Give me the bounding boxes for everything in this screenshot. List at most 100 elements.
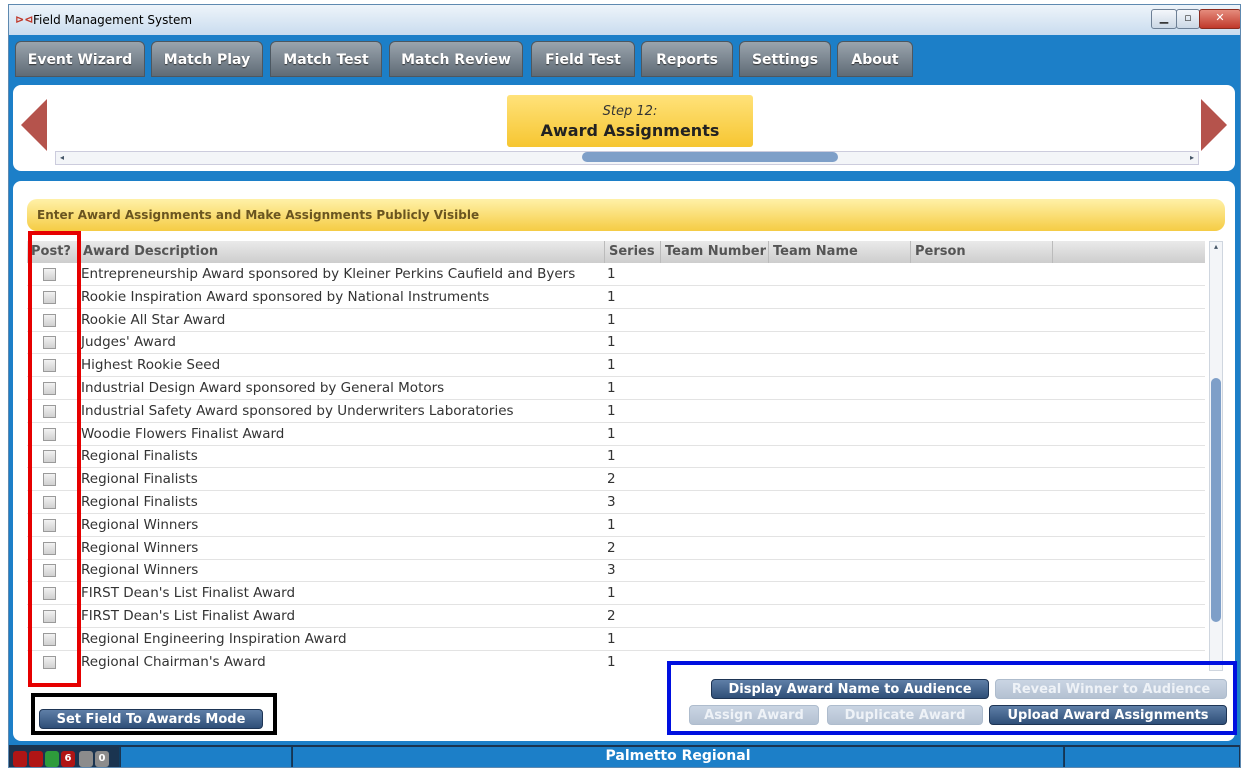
award-description: Regional Finalists bbox=[81, 471, 198, 488]
award-description: Rookie All Star Award bbox=[81, 311, 226, 328]
col-person[interactable]: Person bbox=[911, 241, 1053, 263]
wizard-step-prev2[interactable] bbox=[63, 105, 243, 139]
award-series: 3 bbox=[607, 562, 616, 579]
table-row[interactable]: Regional Finalists 3 bbox=[27, 491, 1205, 514]
table-row[interactable]: FIRST Dean's List Finalist Award 2 bbox=[27, 605, 1205, 628]
award-series: 3 bbox=[607, 494, 616, 510]
tab-reports[interactable]: Reports bbox=[641, 41, 733, 77]
award-series: 2 bbox=[607, 471, 616, 488]
stepper-scroll-thumb[interactable] bbox=[582, 152, 838, 162]
maximize-button[interactable]: ▫ bbox=[1176, 9, 1200, 29]
table-row[interactable]: Industrial Design Award sponsored by Gen… bbox=[27, 377, 1205, 400]
table-row[interactable]: Regional Winners 1 bbox=[27, 514, 1205, 537]
tab-event-wizard[interactable]: Event Wizard bbox=[15, 41, 145, 77]
table-header: Post? Award Description Series Team Numb… bbox=[27, 241, 1205, 263]
award-description: Regional Winners bbox=[81, 562, 199, 579]
award-series: 2 bbox=[607, 539, 616, 556]
col-team-name[interactable]: Team Name bbox=[769, 241, 911, 263]
awards-panel: Enter Award Assignments and Make Assignm… bbox=[13, 181, 1237, 741]
col-series[interactable]: Series bbox=[605, 241, 661, 263]
minimize-button[interactable]: ▁ bbox=[1151, 9, 1177, 29]
tab-field-test[interactable]: Field Test bbox=[531, 41, 635, 77]
table-row[interactable]: Regional Finalists 1 bbox=[27, 445, 1205, 469]
table-row[interactable]: Woodie Flowers Finalist Award 1 bbox=[27, 423, 1205, 446]
scroll-left-icon[interactable]: ◂ bbox=[56, 152, 68, 164]
table-row[interactable]: FIRST Dean's List Finalist Award 1 bbox=[27, 582, 1205, 606]
table-row[interactable]: Rookie Inspiration Award sponsored by Na… bbox=[27, 286, 1205, 309]
award-description: Entrepreneurship Award sponsored by Klei… bbox=[81, 266, 576, 282]
table-row[interactable]: Regional Winners 2 bbox=[27, 537, 1205, 560]
app-window: ⊳⊲ Field Management System ▁ ▫ ✕ Event W… bbox=[8, 4, 1241, 768]
award-description: Regional Winners bbox=[81, 539, 199, 556]
award-series: 1 bbox=[607, 653, 616, 670]
step-number: Step 12: bbox=[602, 104, 658, 119]
award-series: 1 bbox=[607, 357, 616, 374]
wizard-step-current[interactable]: Step 12: Award Assignments bbox=[507, 95, 753, 147]
award-description: Judges' Award bbox=[81, 334, 176, 351]
title-bar: ⊳⊲ Field Management System ▁ ▫ ✕ bbox=[9, 5, 1240, 35]
prev-step-arrow-icon[interactable] bbox=[21, 99, 47, 151]
award-actions-highlight bbox=[667, 661, 1237, 735]
award-description: Woodie Flowers Finalist Award bbox=[81, 425, 285, 442]
post-column-highlight bbox=[28, 231, 81, 687]
indicator-green bbox=[45, 751, 59, 767]
tab-about[interactable]: About bbox=[837, 41, 913, 77]
award-series: 1 bbox=[607, 311, 616, 328]
award-description: Industrial Safety Award sponsored by Und… bbox=[81, 402, 514, 419]
award-description: FIRST Dean's List Finalist Award bbox=[81, 608, 296, 624]
award-series: 1 bbox=[607, 334, 616, 351]
award-series: 2 bbox=[607, 608, 616, 624]
wizard-step-next1[interactable] bbox=[793, 105, 973, 139]
tab-match-test[interactable]: Match Test bbox=[270, 41, 382, 77]
stepper-scrollbar[interactable]: ◂ ▸ bbox=[55, 151, 1199, 165]
set-field-highlight bbox=[31, 693, 277, 735]
close-button[interactable]: ✕ bbox=[1199, 9, 1240, 29]
table-row[interactable]: Regional Finalists 2 bbox=[27, 468, 1205, 492]
tab-match-play[interactable]: Match Play bbox=[151, 41, 263, 77]
event-name: Palmetto Regional bbox=[605, 748, 751, 764]
table-scroll-thumb[interactable] bbox=[1211, 378, 1221, 622]
indicator-zero: 0 bbox=[95, 751, 109, 767]
table-row[interactable]: Regional Winners 3 bbox=[27, 559, 1205, 583]
next-step-arrow-icon[interactable] bbox=[1201, 99, 1227, 151]
award-series: 1 bbox=[607, 288, 616, 305]
col-team-number[interactable]: Team Number bbox=[661, 241, 769, 263]
table-row[interactable]: Industrial Safety Award sponsored by Und… bbox=[27, 400, 1205, 423]
table-row[interactable]: Rookie All Star Award 1 bbox=[27, 309, 1205, 332]
indicator-count: 6 bbox=[61, 751, 75, 767]
table-row[interactable]: Entrepreneurship Award sponsored by Klei… bbox=[27, 263, 1205, 286]
award-series: 1 bbox=[607, 402, 616, 419]
instruction-banner: Enter Award Assignments and Make Assignm… bbox=[27, 199, 1225, 231]
tab-settings[interactable]: Settings bbox=[739, 41, 831, 77]
table-row[interactable]: Judges' Award 1 bbox=[27, 331, 1205, 355]
col-award-description[interactable]: Award Description bbox=[79, 241, 605, 263]
table-scrollbar[interactable]: ▴ bbox=[1209, 241, 1223, 671]
award-series: 1 bbox=[607, 630, 616, 647]
award-description: Regional Finalists bbox=[81, 494, 198, 510]
award-description: Rookie Inspiration Award sponsored by Na… bbox=[81, 288, 490, 305]
award-description: Regional Chairman's Award bbox=[81, 653, 266, 670]
status-bar: 6 0 Palmetto Regional bbox=[9, 745, 1240, 767]
indicator-gray bbox=[79, 751, 93, 767]
indicator-red-2 bbox=[29, 751, 43, 767]
award-series: 1 bbox=[607, 425, 616, 442]
award-description: Industrial Design Award sponsored by Gen… bbox=[81, 380, 445, 396]
table-row[interactable]: Highest Rookie Seed 1 bbox=[27, 354, 1205, 378]
award-description: Regional Winners bbox=[81, 516, 199, 533]
awards-table: Post? Award Description Series Team Numb… bbox=[27, 241, 1205, 671]
app-icon: ⊳⊲ bbox=[15, 13, 34, 26]
wizard-stepper: Step 12: Award Assignments ◂ ▸ bbox=[13, 85, 1235, 171]
award-description: FIRST Dean's List Finalist Award bbox=[81, 585, 296, 602]
award-description: Regional Finalists bbox=[81, 448, 198, 465]
wizard-step-next2[interactable] bbox=[1023, 105, 1183, 139]
tab-match-review[interactable]: Match Review bbox=[389, 41, 523, 77]
wizard-step-prev1[interactable] bbox=[263, 105, 483, 139]
table-row[interactable]: Regional Engineering Inspiration Award 1 bbox=[27, 628, 1205, 651]
main-nav: Event Wizard Match Play Match Test Match… bbox=[9, 39, 1240, 83]
award-series: 1 bbox=[607, 266, 616, 282]
window-title: Field Management System bbox=[33, 13, 193, 27]
status-cell-3 bbox=[1065, 747, 1239, 767]
scroll-up-icon[interactable]: ▴ bbox=[1210, 242, 1222, 251]
award-series: 1 bbox=[607, 380, 616, 396]
scroll-right-icon[interactable]: ▸ bbox=[1186, 152, 1198, 164]
